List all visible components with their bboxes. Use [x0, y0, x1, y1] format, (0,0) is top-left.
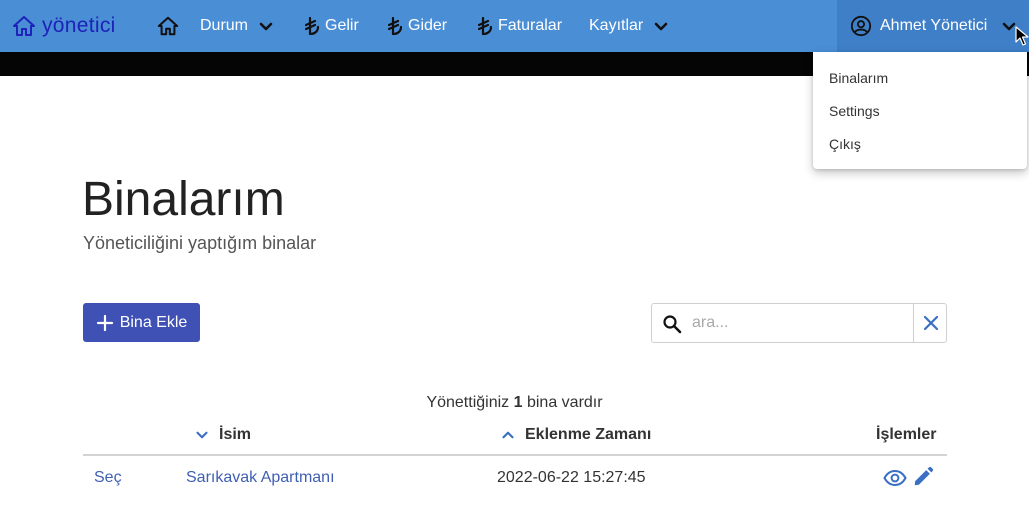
column-actions-label: İşlemler — [876, 426, 937, 443]
column-header-name[interactable]: İsim — [193, 426, 251, 444]
chevron-down-icon — [654, 22, 668, 31]
table-row: Seç Sarıkavak Apartmanı 2022-06-22 15:27… — [83, 458, 947, 498]
chevron-down-icon — [259, 22, 273, 31]
dropdown-item-binalarim[interactable]: Binalarım — [829, 70, 888, 86]
column-name-label: İsim — [219, 426, 252, 443]
select-building-link[interactable]: Seç — [94, 469, 122, 487]
search-icon — [663, 315, 682, 334]
clear-search-button[interactable] — [913, 304, 947, 342]
nav-gider-label: Gider — [408, 17, 448, 34]
nav-gelir-label: Gelir — [325, 17, 359, 34]
column-header-actions: İşlemler — [876, 426, 936, 444]
brand-logo[interactable]: yönetici — [12, 10, 116, 42]
nav-faturalar[interactable]: Faturalar — [478, 0, 562, 52]
nav-durum[interactable]: Durum — [200, 0, 278, 52]
page-subtitle: Yöneticiliğini yaptığım binalar — [83, 233, 317, 253]
lira-icon — [305, 16, 319, 36]
summary-prefix: Yönettiğiniz — [426, 394, 510, 411]
table-header: İsim Eklenme Zamanı İşlemler — [83, 418, 947, 456]
summary-count: 1 — [513, 394, 523, 411]
close-icon — [923, 315, 938, 331]
building-count-summary: Yönettiğiniz 1 bina vardır — [0, 394, 1029, 412]
building-name-link[interactable]: Sarıkavak Apartmanı — [186, 469, 335, 487]
plus-icon — [96, 314, 113, 331]
mouse-cursor-icon — [1015, 26, 1029, 46]
nav-kayitlar-label: Kayıtlar — [589, 17, 644, 34]
lira-icon — [388, 16, 402, 36]
page-title: Binalarım — [82, 173, 285, 226]
search-box — [651, 303, 947, 343]
building-added-date: 2022-06-22 15:27:45 — [497, 469, 646, 486]
column-header-added[interactable]: Eklenme Zamanı — [499, 426, 651, 444]
user-menu[interactable]: Ahmet Yönetici — [837, 0, 1029, 52]
user-dropdown-menu: Binalarım Settings Çıkış — [813, 52, 1027, 169]
nav-gider[interactable]: Gider — [388, 0, 447, 52]
dropdown-item-settings[interactable]: Settings — [829, 103, 880, 119]
view-eye-icon[interactable] — [883, 466, 907, 490]
dropdown-item-logout[interactable]: Çıkış — [829, 136, 861, 152]
nav-durum-label: Durum — [200, 17, 249, 34]
account-circle-icon — [850, 15, 872, 37]
search-input[interactable] — [692, 310, 907, 336]
home-icon — [157, 16, 179, 36]
nav-kayitlar[interactable]: Kayıtlar — [589, 0, 673, 52]
add-building-label: Bina Ekle — [119, 313, 188, 331]
nav-gelir[interactable]: Gelir — [305, 0, 359, 52]
user-name: Ahmet Yönetici — [880, 17, 988, 34]
lira-icon — [478, 16, 492, 36]
home-outline-icon — [13, 16, 35, 36]
nav-home[interactable] — [157, 0, 179, 52]
column-added-label: Eklenme Zamanı — [525, 426, 652, 443]
sort-ascending-icon — [502, 431, 514, 439]
sort-descending-icon — [196, 431, 208, 439]
summary-suffix: bina vardır — [526, 394, 603, 411]
add-building-button[interactable]: Bina Ekle — [83, 303, 200, 342]
edit-pencil-icon[interactable] — [912, 466, 934, 488]
top-navbar: yönetici Durum Gelir Gider Faturalar Kay… — [0, 0, 1029, 52]
nav-faturalar-label: Faturalar — [498, 17, 563, 34]
brand-name: yönetici — [42, 14, 116, 37]
